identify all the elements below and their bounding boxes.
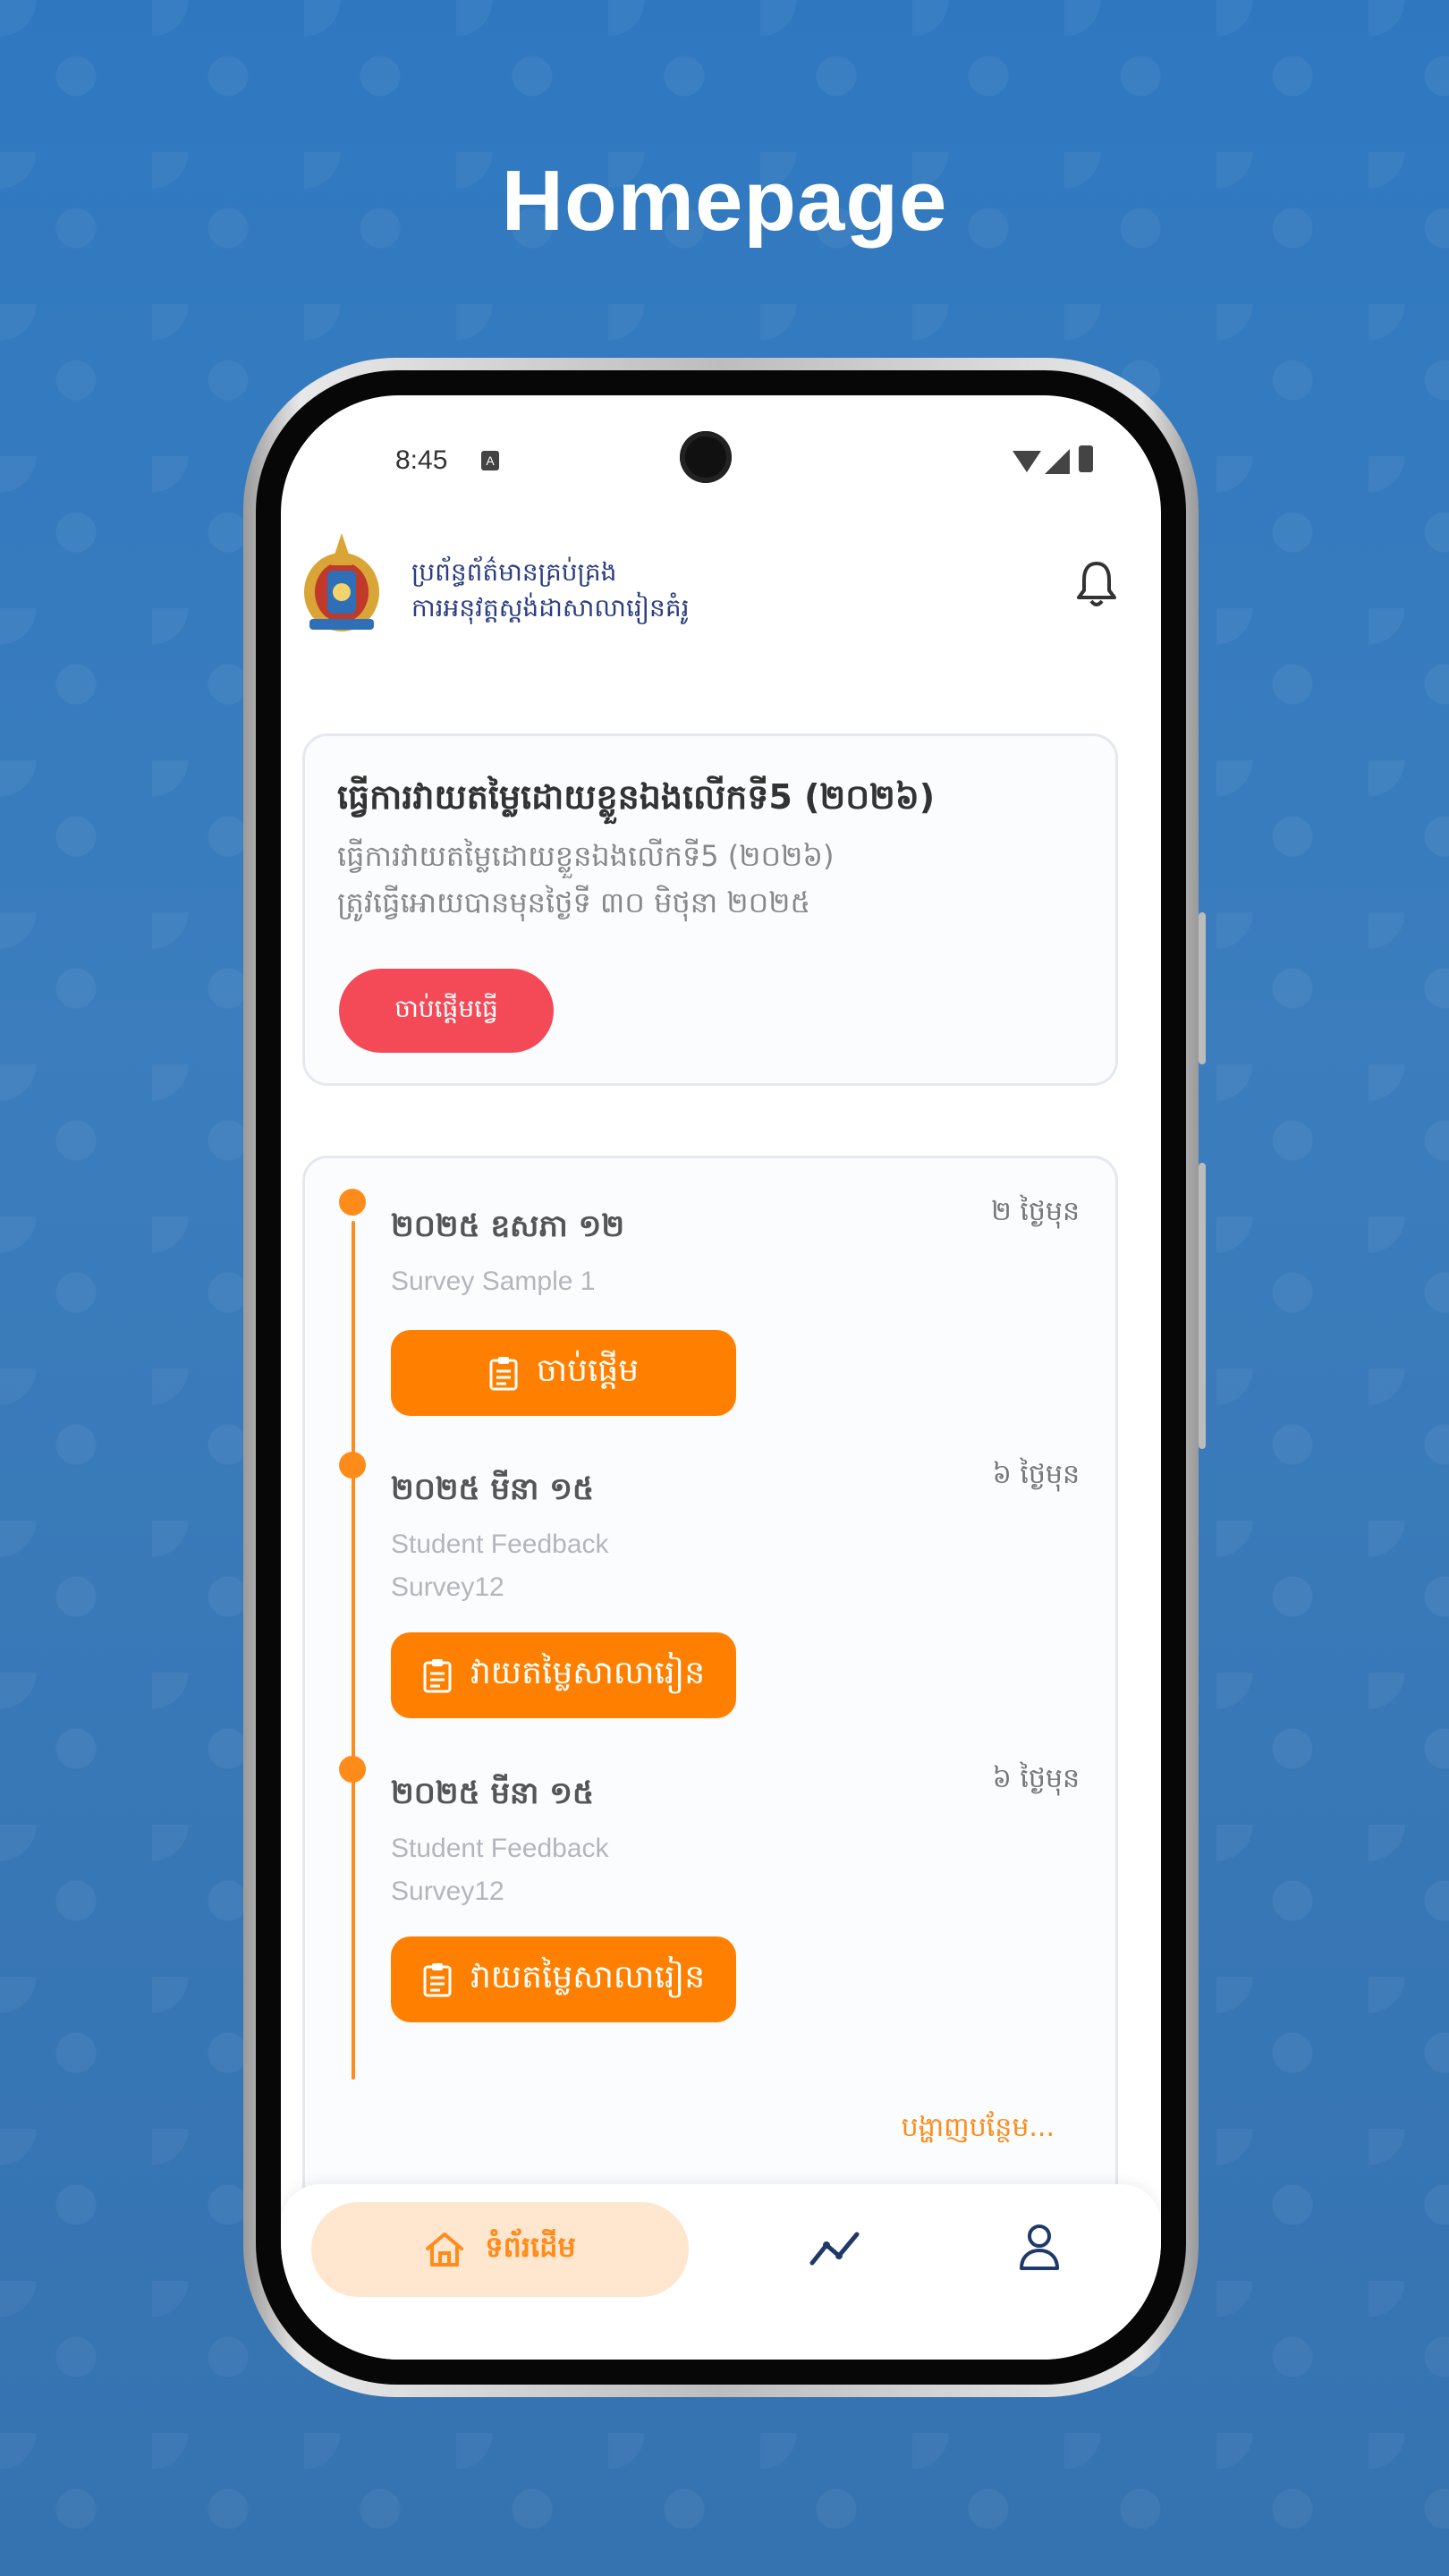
trend-chart-icon[interactable] bbox=[809, 2227, 860, 2270]
wifi-icon bbox=[1013, 451, 1041, 472]
power-button bbox=[1199, 1163, 1206, 1449]
app-screen: 8:45 A ប្រព័ន្ធព័ត៌មានគ្រប់គ្រង ការអនុវត… bbox=[281, 395, 1161, 2360]
timeline-date: ២០២៥ មីនា ១៥ bbox=[391, 1471, 595, 1507]
status-bar: 8:45 A bbox=[281, 395, 1161, 494]
timeline-dot bbox=[339, 1756, 366, 1783]
bell-icon[interactable] bbox=[1075, 558, 1118, 608]
front-camera bbox=[680, 431, 732, 483]
app-title-line2: ការអនុវត្តស្តង់ដាសាលារៀនគំរូ bbox=[411, 593, 690, 623]
timeline-item: ២០២៥ មីនា ១៥ ៦ ថ្ងៃមុន Student Feedback … bbox=[305, 1725, 1115, 2029]
clipboard-icon bbox=[423, 1659, 452, 1693]
notification-a-icon: A bbox=[481, 451, 499, 470]
timeline-item: ២០២៥ ឧសភា ១២ ២ ថ្ងៃមុន Survey Sample 1 ច… bbox=[305, 1158, 1115, 1462]
signal-icon bbox=[1045, 449, 1070, 474]
page-headline: Homepage bbox=[501, 153, 948, 249]
home-icon bbox=[426, 2233, 464, 2267]
evaluate-school-label: វាយតម្លៃសាលារៀន bbox=[470, 1958, 706, 1996]
bottom-navigation: ទំព័រដើម bbox=[281, 2184, 1161, 2360]
evaluation-subtitle: ធ្វើការវាយតម្លៃដោយខ្លួនឯងលើកទី5 (២០២៦) ត… bbox=[337, 833, 1083, 926]
user-icon[interactable] bbox=[1018, 2222, 1061, 2272]
timeline-ago: ៦ ថ្ងៃមុន bbox=[992, 1763, 1080, 1794]
timeline-ago: ២ ថ្ងៃមុន bbox=[991, 1196, 1080, 1227]
timeline-dot bbox=[339, 1452, 366, 1479]
start-survey-button[interactable]: ចាប់ផ្តើម bbox=[391, 1330, 736, 1416]
app-title-line1: ប្រព័ន្ធព័ត៌មានគ្រប់គ្រង bbox=[411, 557, 617, 587]
show-more-link[interactable]: បង្ហាញបន្ថែម... bbox=[902, 2110, 1055, 2149]
timeline-date: ២០២៥ ឧសភា ១២ bbox=[391, 1208, 625, 1244]
clipboard-icon bbox=[423, 1963, 452, 1997]
timeline-ago: ៦ ថ្ងៃមុន bbox=[992, 1459, 1080, 1490]
timeline-item: ២០២៥ មីនា ១៥ ៦ ថ្ងៃមុន Student Feedback … bbox=[305, 1421, 1115, 1725]
self-evaluation-card: ធ្វើការវាយតម្លៃដោយខ្លួនឯងលើកទី5 (២០២៦) ធ… bbox=[302, 733, 1118, 1086]
phone-frame: 8:45 A ប្រព័ន្ធព័ត៌មានគ្រប់គ្រង ការអនុវត… bbox=[243, 358, 1206, 2397]
start-evaluation-button[interactable]: ចាប់ផ្តើមធ្វើ bbox=[339, 969, 554, 1053]
survey-timeline: ២០២៥ ឧសភា ១២ ២ ថ្ងៃមុន Survey Sample 1 ច… bbox=[302, 1156, 1118, 2229]
timeline-dot bbox=[339, 1189, 366, 1216]
survey-name: Student Feedback Survey12 bbox=[391, 1834, 609, 1906]
evaluation-subtitle-text: ធ្វើការវាយតម្លៃដោយខ្លួនឯងលើកទី5 (២០២៦) bbox=[337, 839, 835, 873]
survey-name: Survey Sample 1 bbox=[391, 1267, 596, 1296]
evaluate-school-label: វាយតម្លៃសាលារៀន bbox=[470, 1654, 706, 1691]
emblem-logo bbox=[304, 533, 379, 631]
clipboard-icon bbox=[489, 1357, 518, 1391]
survey-name: Student Feedback Survey12 bbox=[391, 1530, 609, 1602]
app-header: ប្រព័ន្ធព័ត៌មានគ្រប់គ្រង ការអនុវត្តស្តង់… bbox=[281, 530, 1161, 655]
start-survey-label: ចាប់ផ្តើម bbox=[536, 1352, 640, 1389]
evaluation-deadline: ត្រូវធ្វើអោយបានមុនថ្ងៃទី ៣០ មិថុនា ២០២៥ bbox=[337, 886, 811, 919]
nav-home-label: ទំព័រដើម bbox=[485, 2229, 576, 2264]
timeline-date: ២០២៥ មីនា ១៥ bbox=[391, 1775, 595, 1811]
volume-button bbox=[1199, 912, 1206, 1064]
battery-icon bbox=[1079, 445, 1093, 472]
status-time: 8:45 bbox=[395, 445, 448, 475]
evaluate-school-button[interactable]: វាយតម្លៃសាលារៀន bbox=[391, 1936, 736, 2022]
evaluation-title: ធ្វើការវាយតម្លៃដោយខ្លួនឯងលើកទី5 (២០២៦) bbox=[337, 777, 936, 817]
nav-home-tab[interactable]: ទំព័រដើម bbox=[311, 2202, 689, 2297]
app-title: ប្រព័ន្ធព័ត៌មានគ្រប់គ្រង ការអនុវត្តស្តង់… bbox=[411, 555, 859, 626]
evaluate-school-button[interactable]: វាយតម្លៃសាលារៀន bbox=[391, 1632, 736, 1718]
